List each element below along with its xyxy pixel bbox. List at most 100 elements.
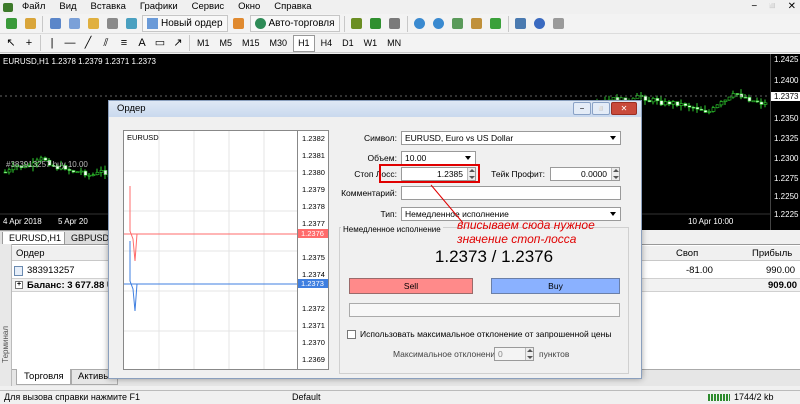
- profiles-icon[interactable]: [22, 16, 38, 32]
- candle-body: [751, 100, 756, 103]
- channel-icon[interactable]: ⫽: [98, 35, 114, 51]
- col-header-swap[interactable]: Своп: [676, 246, 698, 261]
- bar-chart-icon[interactable]: [349, 16, 365, 32]
- takeprofit-spinner-icon[interactable]: [611, 168, 619, 180]
- arrows-icon[interactable]: ↗: [170, 35, 186, 51]
- max-deviation-checkbox[interactable]: [347, 330, 356, 339]
- metaeditor-icon[interactable]: [231, 16, 247, 32]
- col-header-order[interactable]: Ордер: [16, 246, 45, 261]
- close-icon[interactable]: ✕: [788, 1, 796, 12]
- order-profit: 990.00: [766, 265, 796, 276]
- price-tick: 1.2400: [774, 76, 799, 85]
- sell-button[interactable]: Sell: [349, 278, 473, 294]
- indicators-icon[interactable]: [513, 16, 529, 32]
- dialog-minimize-icon[interactable]: −: [573, 102, 591, 115]
- zoom-out-icon[interactable]: [431, 16, 447, 32]
- menu-window[interactable]: Окно: [231, 0, 267, 14]
- chart-shift-icon[interactable]: [469, 16, 485, 32]
- price-tick: 1.2275: [774, 174, 799, 183]
- timeframe-m30[interactable]: M30: [266, 36, 292, 51]
- buy-button[interactable]: Buy: [491, 278, 620, 294]
- volume-select[interactable]: 10.00: [401, 151, 476, 165]
- tile-windows-icon[interactable]: [450, 16, 466, 32]
- timeframe-mn[interactable]: MN: [383, 36, 405, 51]
- menu-charts[interactable]: Графики: [133, 0, 185, 14]
- mini-tick: 1.2371: [302, 321, 325, 330]
- horizontal-line-icon[interactable]: —: [62, 35, 78, 51]
- standard-toolbar: Новый ордер Авто-торговля: [0, 14, 800, 34]
- candle-body: [731, 93, 736, 98]
- menu-tools[interactable]: Сервис: [185, 0, 232, 14]
- periods-icon[interactable]: [532, 16, 548, 32]
- status-help: Для вызова справки нажмите F1: [4, 392, 141, 402]
- templates-icon[interactable]: [551, 16, 567, 32]
- candle-body: [715, 104, 720, 108]
- text-icon[interactable]: A: [134, 35, 150, 51]
- cursor-icon[interactable]: ↖: [3, 35, 19, 51]
- current-price-box: 1.2373: [771, 92, 800, 101]
- candle-body: [647, 100, 652, 103]
- menu-insert[interactable]: Вставка: [84, 0, 133, 14]
- candle-body: [719, 101, 724, 106]
- dialog-title: Ордер: [117, 103, 146, 114]
- symbol-select[interactable]: EURUSD, Euro vs US Dollar: [401, 131, 621, 145]
- line-chart-icon[interactable]: [387, 16, 403, 32]
- date-label: 10 Apr 10:00: [688, 217, 734, 226]
- price-axis: 1.2425 1.2400 1.2373 1.2350 1.2325 1.230…: [770, 54, 800, 230]
- volume-value: 10.00: [405, 153, 427, 163]
- tester-icon[interactable]: [123, 16, 139, 32]
- zoom-in-icon[interactable]: [412, 16, 428, 32]
- crosshair-icon[interactable]: +: [21, 35, 37, 51]
- terminal-icon[interactable]: [104, 16, 120, 32]
- order-dialog: Ордер − ◽ ✕ EURUSD 1.2382 1.2381 1.2380 …: [108, 100, 642, 379]
- candle-body: [3, 171, 8, 174]
- market-watch-icon[interactable]: [47, 16, 63, 32]
- col-header-profit[interactable]: Прибыль: [752, 246, 792, 261]
- timeframe-m1[interactable]: M1: [193, 36, 214, 51]
- timeframe-m5[interactable]: M5: [216, 36, 237, 51]
- navigator-icon[interactable]: [85, 16, 101, 32]
- menu-file[interactable]: Файл: [15, 0, 52, 14]
- timeframe-m15[interactable]: M15: [238, 36, 264, 51]
- minimize-icon[interactable]: −: [751, 1, 757, 12]
- chevron-down-icon: [465, 156, 471, 160]
- candle-body: [663, 101, 668, 106]
- menu-help[interactable]: Справка: [267, 0, 318, 14]
- tab-trade[interactable]: Торговля: [16, 369, 72, 385]
- vertical-line-icon[interactable]: |: [44, 35, 60, 51]
- mini-tick: 1.2377: [302, 219, 325, 228]
- order-swap: -81.00: [686, 265, 713, 276]
- max-deviation-spinner-icon[interactable]: [525, 348, 533, 360]
- autotrading-icon: [254, 18, 266, 29]
- menu-view[interactable]: Вид: [52, 0, 83, 14]
- chevron-down-icon: [610, 136, 616, 140]
- new-order-button[interactable]: Новый ордер: [142, 15, 228, 32]
- candle-body: [99, 170, 104, 173]
- bid-price-box: 1.2373: [298, 279, 328, 288]
- takeprofit-input[interactable]: 0.0000: [550, 167, 620, 181]
- candle-body: [91, 174, 96, 176]
- candlestick-icon[interactable]: [368, 16, 384, 32]
- candle-body: [687, 105, 692, 108]
- data-window-icon[interactable]: [66, 16, 82, 32]
- timeframe-d1[interactable]: D1: [338, 36, 358, 51]
- mini-tick: 1.2372: [302, 304, 325, 313]
- candle-body: [703, 110, 708, 113]
- new-chart-icon[interactable]: [3, 16, 19, 32]
- restore-icon[interactable]: ◽: [766, 1, 778, 12]
- fibonacci-icon[interactable]: ≡: [116, 35, 132, 51]
- toolbar-separator: [40, 35, 41, 51]
- max-deviation-input[interactable]: 0: [494, 347, 534, 361]
- autotrading-button[interactable]: Авто-торговля: [249, 15, 340, 32]
- dialog-close-icon[interactable]: ✕: [611, 102, 637, 115]
- dialog-maximize-icon[interactable]: ◽: [592, 102, 610, 115]
- trendline-icon[interactable]: ╱: [80, 35, 96, 51]
- timeframe-h4[interactable]: H4: [317, 36, 337, 51]
- status-bar: Для вызова справки нажмите F1 Default 17…: [0, 390, 800, 404]
- max-deviation-label: Максимальное отклонение:: [393, 349, 503, 359]
- auto-scroll-icon[interactable]: [488, 16, 504, 32]
- timeframe-h1[interactable]: H1: [293, 34, 315, 52]
- dialog-title-bar[interactable]: Ордер: [109, 101, 641, 117]
- label-icon[interactable]: ▭: [152, 35, 168, 51]
- timeframe-w1[interactable]: W1: [360, 36, 382, 51]
